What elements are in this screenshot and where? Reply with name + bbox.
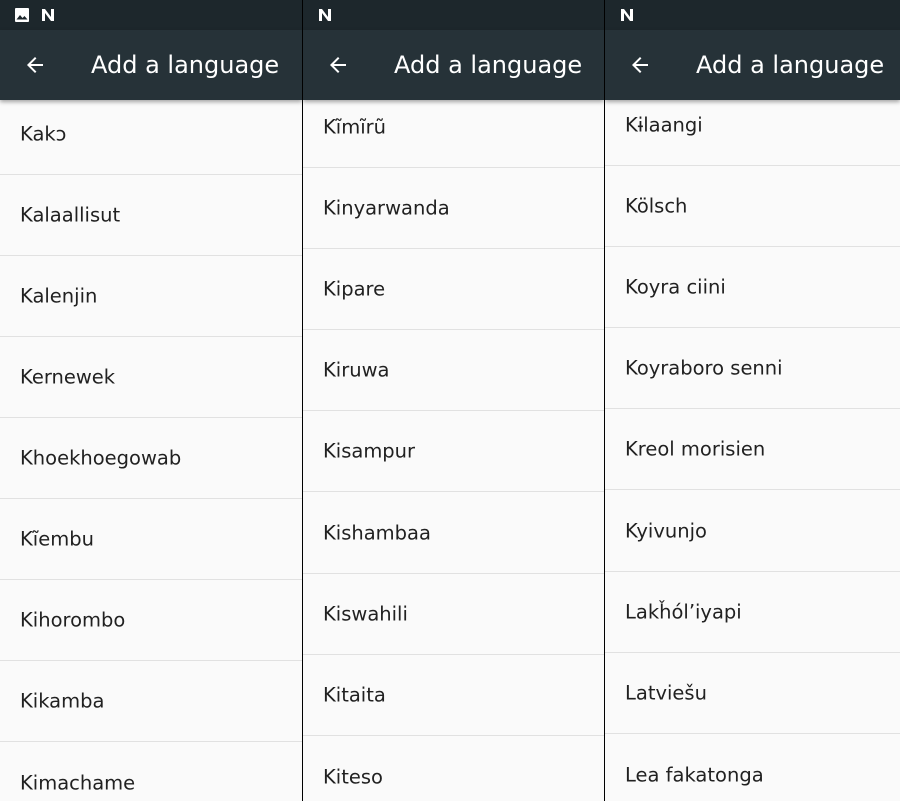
n-logo-icon (319, 9, 331, 21)
language-item[interactable]: Kisampur (303, 411, 604, 492)
screens-container: Add a language Kakɔ Kalaallisut Kalenjin… (0, 0, 900, 801)
language-label: Kiruwa (323, 358, 390, 382)
language-label: Kreol morisien (625, 437, 766, 461)
screen-1: Add a language Kakɔ Kalaallisut Kalenjin… (0, 0, 302, 801)
language-label: Kölsch (625, 194, 688, 218)
language-label: Kinyarwanda (323, 196, 450, 220)
language-label: Kakɔ (20, 122, 67, 146)
language-label: Kitaita (323, 683, 386, 707)
app-bar: Add a language (0, 30, 302, 100)
status-bar (0, 0, 302, 30)
language-item[interactable]: Kihorombo (0, 580, 302, 661)
language-label: Kĩmĩrũ (323, 115, 386, 139)
language-item[interactable]: Khoekhoegowab (0, 418, 302, 499)
n-logo-icon (621, 9, 633, 21)
language-item[interactable]: Koyra ciini (605, 247, 900, 328)
language-item[interactable]: Kalaallisut (0, 175, 302, 256)
language-label: Kernewek (20, 365, 116, 389)
app-bar: Add a language (303, 30, 604, 100)
language-item[interactable]: Kalenjin (0, 256, 302, 337)
page-title: Add a language (696, 51, 885, 79)
language-label: Koyraboro senni (625, 356, 783, 380)
language-label: Kyivunjo (625, 519, 707, 543)
language-item[interactable]: Latviešu (605, 653, 900, 734)
page-title: Add a language (91, 51, 280, 79)
language-item[interactable]: Kiruwa (303, 330, 604, 411)
language-label: Kihorombo (20, 608, 126, 632)
language-item[interactable]: Kiswahili (303, 574, 604, 655)
screen-3: Add a language Kɨlaangi Kölsch Koyra cii… (605, 0, 900, 801)
language-item[interactable]: Kitaita (303, 655, 604, 736)
language-item[interactable]: Kölsch (605, 166, 900, 247)
status-icons (619, 7, 635, 23)
language-label: Khoekhoegowab (20, 446, 182, 470)
language-item[interactable]: Kernewek (0, 337, 302, 418)
page-title: Add a language (394, 51, 583, 79)
language-item[interactable]: Kimachame (0, 743, 302, 801)
language-item[interactable]: Kreol morisien (605, 409, 900, 490)
app-bar: Add a language (605, 30, 900, 100)
language-item[interactable]: Kakɔ (0, 94, 302, 175)
language-label: Kisampur (323, 439, 416, 463)
language-label: Kalenjin (20, 284, 98, 308)
language-item[interactable]: Koyraboro senni (605, 328, 900, 409)
language-label: Koyra ciini (625, 275, 726, 299)
arrow-back-icon[interactable] (23, 53, 47, 77)
status-bar (303, 0, 604, 30)
language-label: Lakȟól’iyapi (625, 600, 742, 624)
language-item[interactable]: Kyivunjo (605, 491, 900, 572)
language-item[interactable]: Kĩembu (0, 499, 302, 580)
language-label: Kimachame (20, 771, 136, 795)
image-icon (15, 8, 29, 22)
language-item[interactable]: Lakȟól’iyapi (605, 572, 900, 653)
status-icons (317, 7, 333, 23)
language-label: Kipare (323, 277, 386, 301)
language-label: Kalaallisut (20, 203, 121, 227)
language-label: Kĩembu (20, 527, 94, 551)
language-item[interactable]: Kiteso (303, 737, 604, 801)
status-icons (14, 7, 56, 23)
language-label: Kiteso (323, 765, 383, 789)
n-logo-icon (42, 9, 54, 21)
language-label: Lea fakatonga (625, 763, 764, 787)
language-label: Kɨlaangi (625, 113, 703, 137)
language-item[interactable]: Lea fakatonga (605, 735, 900, 801)
language-label: Kiswahili (323, 602, 408, 626)
language-label: Latviešu (625, 681, 707, 705)
screen-2: Add a language Kĩmĩrũ Kinyarwanda Kipare… (303, 0, 604, 801)
language-item[interactable]: Kinyarwanda (303, 168, 604, 249)
status-bar (605, 0, 900, 30)
language-label: Kishambaa (323, 521, 431, 545)
arrow-back-icon[interactable] (628, 53, 652, 77)
language-label: Kikamba (20, 689, 105, 713)
arrow-back-icon[interactable] (326, 53, 350, 77)
language-item[interactable]: Kipare (303, 249, 604, 330)
language-item[interactable]: Kishambaa (303, 493, 604, 574)
language-item[interactable]: Kikamba (0, 661, 302, 742)
